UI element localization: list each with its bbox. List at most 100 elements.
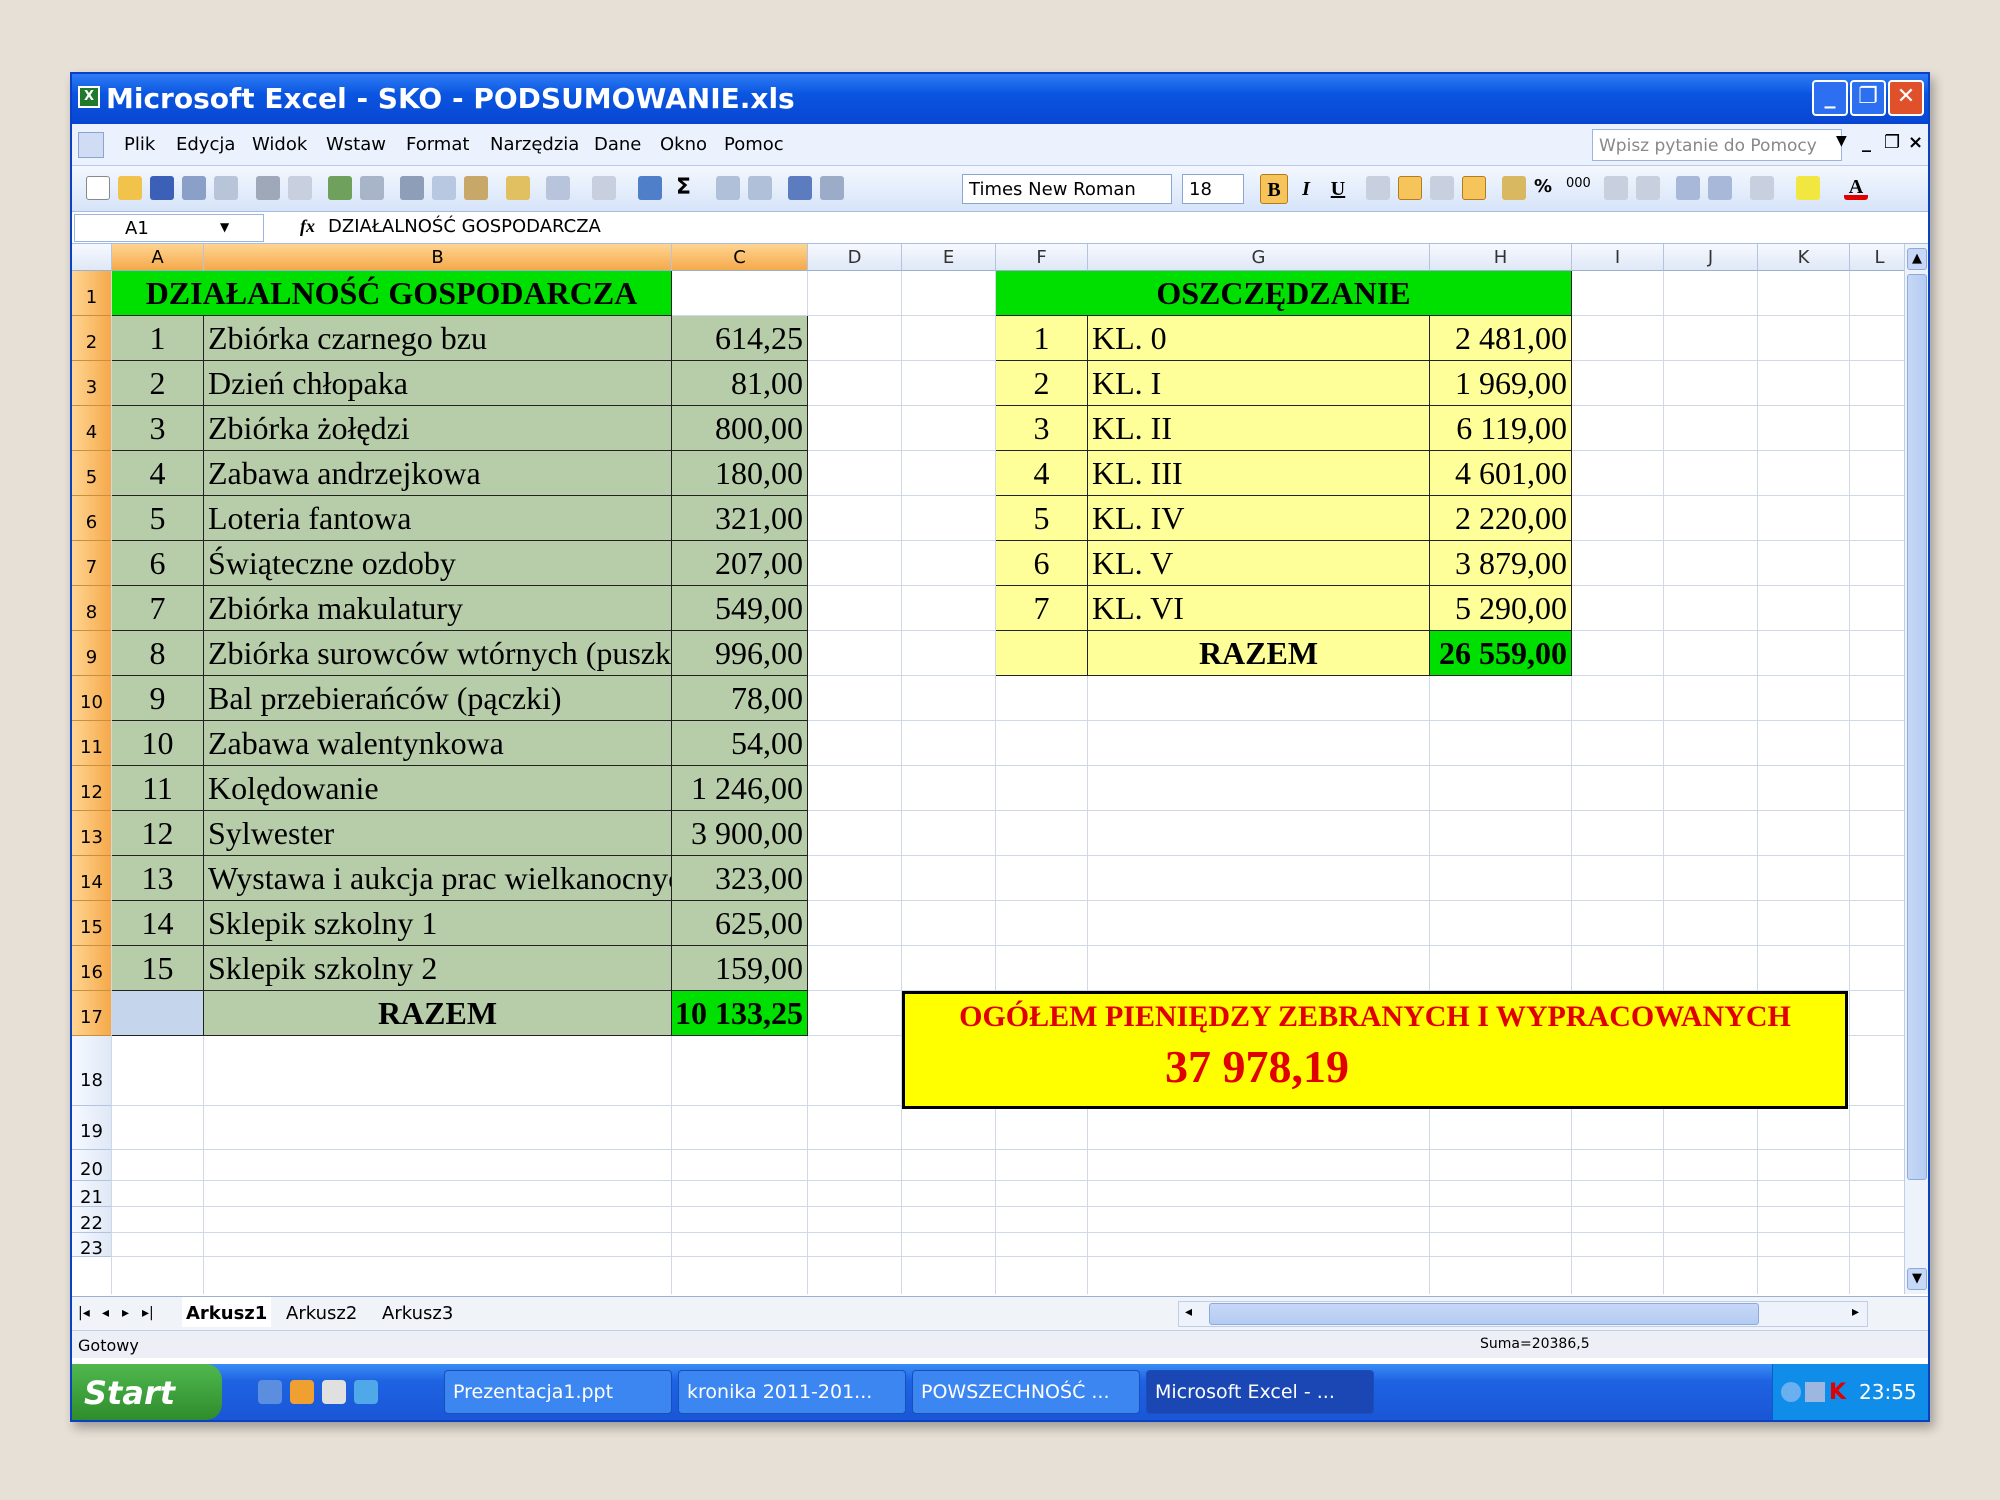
formula-input[interactable]: DZIAŁALNOŚĆ GOSPODARCZA <box>328 216 601 237</box>
item-number-cell[interactable]: 15 <box>112 946 204 991</box>
row-header[interactable]: 18 <box>72 1036 112 1106</box>
row-header[interactable]: 4 <box>72 406 112 451</box>
class-value-cell[interactable]: 3 879,00 <box>1430 541 1572 586</box>
summary-box[interactable]: OGÓŁEM PIENIĘDZY ZEBRANYCH I WYPRACOWANY… <box>902 991 1848 1109</box>
new-icon[interactable] <box>86 176 110 200</box>
fx-icon[interactable]: fx <box>300 216 315 237</box>
item-value-cell[interactable]: 207,00 <box>672 541 808 586</box>
item-number-cell[interactable]: 12 <box>112 811 204 856</box>
sort-asc-icon[interactable] <box>716 176 740 200</box>
class-number-cell[interactable]: 6 <box>996 541 1088 586</box>
item-value-cell[interactable]: 614,25 <box>672 316 808 361</box>
column-header[interactable]: D <box>808 244 902 271</box>
item-number-cell[interactable]: 9 <box>112 676 204 721</box>
item-value-cell[interactable]: 323,00 <box>672 856 808 901</box>
scroll-down-icon[interactable]: ▼ <box>1907 1268 1927 1290</box>
row-header[interactable]: 15 <box>72 901 112 946</box>
decrease-indent-icon[interactable] <box>1676 176 1700 200</box>
borders-icon[interactable] <box>1750 176 1774 200</box>
drawing-icon[interactable] <box>820 176 844 200</box>
horizontal-scrollbar[interactable]: ◂ ▸ <box>1178 1301 1868 1327</box>
cut-icon[interactable] <box>400 176 424 200</box>
row-header[interactable]: 21 <box>72 1181 112 1208</box>
permission-icon[interactable] <box>182 176 206 200</box>
item-name-cell[interactable]: Zabawa walentynkowa <box>204 721 672 766</box>
item-value-cell[interactable]: 180,00 <box>672 451 808 496</box>
autosum-icon[interactable]: Σ <box>676 176 700 200</box>
document-icon[interactable] <box>78 132 104 158</box>
vertical-scroll-thumb[interactable] <box>1907 274 1927 1180</box>
item-number-cell[interactable]: 6 <box>112 541 204 586</box>
item-number-cell[interactable]: 10 <box>112 721 204 766</box>
item-number-cell[interactable]: 13 <box>112 856 204 901</box>
merge-center-icon[interactable] <box>1462 176 1486 200</box>
last-sheet-icon[interactable]: ▸| <box>142 1305 154 1321</box>
increase-indent-icon[interactable] <box>1708 176 1732 200</box>
column-header[interactable]: K <box>1758 244 1850 271</box>
column-header[interactable]: H <box>1430 244 1572 271</box>
row-header[interactable]: 10 <box>72 676 112 721</box>
doc-close-icon[interactable]: × <box>1908 132 1923 153</box>
item-value-cell[interactable]: 549,00 <box>672 586 808 631</box>
item-name-cell[interactable]: Zbiórka czarnego bzu <box>204 316 672 361</box>
class-value-cell[interactable]: 2 481,00 <box>1430 316 1572 361</box>
item-number-cell[interactable]: 4 <box>112 451 204 496</box>
start-button[interactable]: Start <box>72 1364 222 1420</box>
left-total-label[interactable]: RAZEM <box>204 991 672 1036</box>
class-name-cell[interactable]: KL. 0 <box>1088 316 1430 361</box>
column-header[interactable]: G <box>1088 244 1430 271</box>
row-header[interactable]: 14 <box>72 856 112 901</box>
left-table-header[interactable]: DZIAŁALNOŚĆ GOSPODARCZA <box>112 271 672 316</box>
column-header[interactable]: J <box>1664 244 1758 271</box>
vertical-scrollbar[interactable]: ▲ ▼ <box>1904 244 1928 1294</box>
item-name-cell[interactable]: Zabawa andrzejkowa <box>204 451 672 496</box>
taskbar-item[interactable]: Prezentacja1.ppt <box>444 1370 672 1414</box>
row-header[interactable]: 1 <box>72 271 112 316</box>
tray-icon[interactable] <box>1781 1382 1801 1402</box>
row-header[interactable]: 19 <box>72 1106 112 1150</box>
right-total-label[interactable]: RAZEM <box>1088 631 1430 676</box>
open-icon[interactable] <box>118 176 142 200</box>
class-number-cell[interactable]: 7 <box>996 586 1088 631</box>
align-center-icon[interactable] <box>1398 176 1422 200</box>
item-number-cell[interactable]: 2 <box>112 361 204 406</box>
item-number-cell[interactable]: 7 <box>112 586 204 631</box>
item-name-cell[interactable]: Zbiórka żołędzi <box>204 406 672 451</box>
italic-button[interactable]: I <box>1292 174 1320 204</box>
class-name-cell[interactable]: KL. V <box>1088 541 1430 586</box>
restore-button[interactable]: ❐ <box>1850 80 1886 116</box>
class-value-cell[interactable]: 1 969,00 <box>1430 361 1572 406</box>
font-size-select[interactable]: 18 <box>1182 174 1244 204</box>
sheet-tab-arkusz1[interactable]: Arkusz1 <box>182 1297 272 1327</box>
row-header[interactable]: 12 <box>72 766 112 811</box>
class-name-cell[interactable]: KL. VI <box>1088 586 1430 631</box>
item-name-cell[interactable]: Zbiórka makulatury <box>204 586 672 631</box>
sheet-tab-arkusz3[interactable]: Arkusz3 <box>378 1297 457 1327</box>
scroll-right-icon[interactable]: ▸ <box>1852 1304 1859 1320</box>
thousands-button[interactable]: 000 <box>1566 176 1596 200</box>
row-header[interactable]: 16 <box>72 946 112 991</box>
title-bar[interactable]: X Microsoft Excel - SKO - PODSUMOWANIE.x… <box>72 74 1928 124</box>
item-number-cell[interactable]: 3 <box>112 406 204 451</box>
menu-narzedzia[interactable]: Narzędzia <box>490 134 579 155</box>
spreadsheet-grid[interactable]: A B C D E F G H I J K L 1 2 3 4 5 6 7 8 9 10 11 12 1… <box>72 244 1928 1294</box>
paste-icon[interactable] <box>464 176 488 200</box>
hyperlink-icon[interactable] <box>638 176 662 200</box>
item-name-cell[interactable]: Sylwester <box>204 811 672 856</box>
item-number-cell[interactable]: 11 <box>112 766 204 811</box>
decrease-decimal-icon[interactable] <box>1636 176 1660 200</box>
help-dropdown-icon[interactable]: ▼ <box>1836 133 1847 149</box>
item-name-cell[interactable]: Dzień chłopaka <box>204 361 672 406</box>
font-color-icon[interactable]: A <box>1844 176 1868 200</box>
align-right-icon[interactable] <box>1430 176 1454 200</box>
row-header[interactable]: 2 <box>72 316 112 361</box>
minimize-button[interactable]: _ <box>1812 80 1848 116</box>
row-header[interactable]: 23 <box>72 1233 112 1259</box>
class-value-cell[interactable]: 6 119,00 <box>1430 406 1572 451</box>
class-value-cell[interactable]: 4 601,00 <box>1430 451 1572 496</box>
item-name-cell[interactable]: Świąteczne ozdoby <box>204 541 672 586</box>
item-value-cell[interactable]: 54,00 <box>672 721 808 766</box>
select-all-corner[interactable] <box>72 244 112 271</box>
column-header[interactable]: B <box>204 244 672 271</box>
item-name-cell[interactable]: Loteria fantowa <box>204 496 672 541</box>
